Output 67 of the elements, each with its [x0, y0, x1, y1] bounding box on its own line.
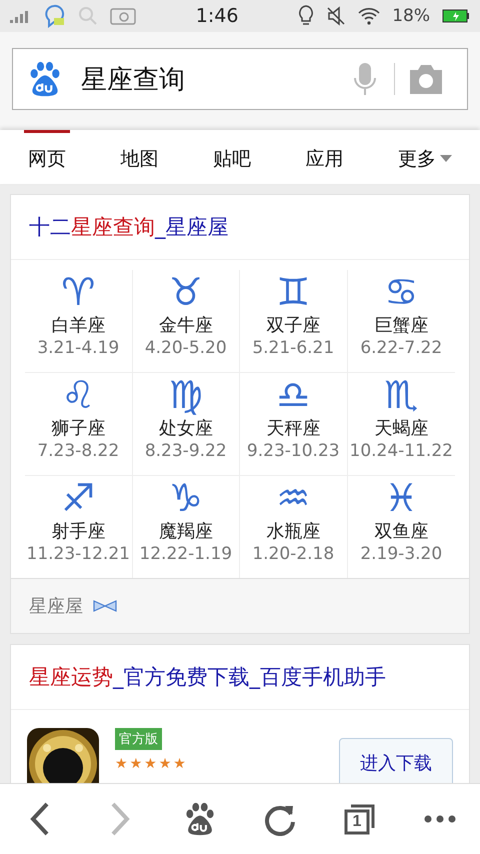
bulb-icon: [298, 5, 314, 27]
camera-icon: [110, 7, 136, 25]
more-icon: [424, 815, 456, 823]
zodiac-symbol: ♎: [276, 373, 310, 417]
mute-icon: [326, 6, 346, 26]
sign-name[interactable]: 双子座: [266, 314, 320, 338]
battery-icon: [442, 9, 470, 23]
zodiac-symbol: ♋: [384, 270, 418, 314]
zodiac-symbol: ♒: [276, 476, 310, 520]
sign-name[interactable]: 双鱼座: [374, 520, 428, 544]
download-button[interactable]: 进入下载: [339, 738, 453, 783]
sign-dates: 4.20-5.20: [144, 338, 227, 358]
sign-dates: 1.20-2.18: [252, 544, 334, 564]
result-title[interactable]: 星座运势_官方免费下载_百度手机助手: [11, 645, 469, 710]
sign-dates: 12.22-1.19: [139, 544, 232, 564]
zodiac-symbol: ♌: [61, 373, 96, 417]
zodiac-symbol: ♐: [61, 476, 96, 520]
zodiac-symbol: ♉: [168, 270, 203, 314]
zodiac-symbol: ♑: [168, 476, 203, 520]
battery-percent: 18%: [392, 6, 430, 26]
sign-dates: 7.23-8.22: [37, 441, 120, 461]
back-icon: [29, 802, 51, 836]
wifi-icon: [358, 7, 380, 25]
sign-name[interactable]: 魔羯座: [158, 520, 213, 544]
star-icon: ★: [173, 756, 186, 772]
zodiac-symbol: ♓: [384, 476, 418, 520]
chat-icon: [44, 4, 66, 28]
star-icon: ★: [115, 756, 128, 772]
sign-name[interactable]: 狮子座: [51, 417, 106, 441]
result-title[interactable]: 十二星座查询_星座屋: [11, 195, 469, 260]
nav-tab[interactable]: 网页: [24, 130, 70, 184]
sign-name[interactable]: 处女座: [158, 417, 213, 441]
zodiac-symbol: ♊: [276, 270, 310, 314]
sign-dates: 5.21-6.21: [252, 338, 334, 358]
nav-tab[interactable]: 贴吧: [209, 130, 255, 184]
sign-dates: 10.24-11.22: [350, 441, 453, 461]
forward-icon: [109, 802, 131, 836]
star-icon: ★: [158, 756, 172, 772]
sign-dates: 6.22-7.22: [360, 338, 442, 358]
official-badge: 官方版: [115, 728, 162, 750]
sign-dates: 9.23-10.23: [246, 441, 340, 461]
sign-dates: 11.23-12.21: [26, 544, 130, 564]
star-icon: ★: [130, 756, 142, 772]
sign-name[interactable]: 白羊座: [51, 314, 106, 338]
nav-tab[interactable]: 更多: [394, 130, 456, 184]
status-time: 1:46: [196, 5, 238, 27]
sign-name[interactable]: 金牛座: [158, 314, 213, 338]
zodiac-symbol: ♍: [168, 373, 203, 417]
bow-icon: [93, 599, 117, 613]
source-label: 星座屋: [29, 595, 83, 618]
zodiac-symbol: ♈: [61, 270, 96, 314]
sign-name[interactable]: 水瓶座: [266, 520, 320, 544]
tabs-button[interactable]: 1: [335, 794, 385, 844]
sign-name[interactable]: 天蝎座: [374, 417, 428, 441]
nav-tab[interactable]: 地图: [116, 130, 162, 184]
tabs-icon: [343, 802, 377, 836]
sign-name[interactable]: 天秤座: [266, 417, 320, 441]
search-query: 星座查询: [81, 64, 186, 96]
search-icon: [78, 6, 98, 26]
sign-name[interactable]: 射手座: [51, 520, 106, 544]
star-icon: ★: [144, 756, 157, 772]
sign-dates: 8.23-9.22: [144, 441, 227, 461]
sign-name[interactable]: 巨蟹座: [374, 314, 428, 338]
sign-dates: 3.21-4.19: [37, 338, 120, 358]
sign-dates: 2.19-3.20: [360, 544, 442, 564]
nav-tab[interactable]: 应用: [302, 130, 348, 184]
zodiac-symbol: ♏: [384, 373, 418, 417]
